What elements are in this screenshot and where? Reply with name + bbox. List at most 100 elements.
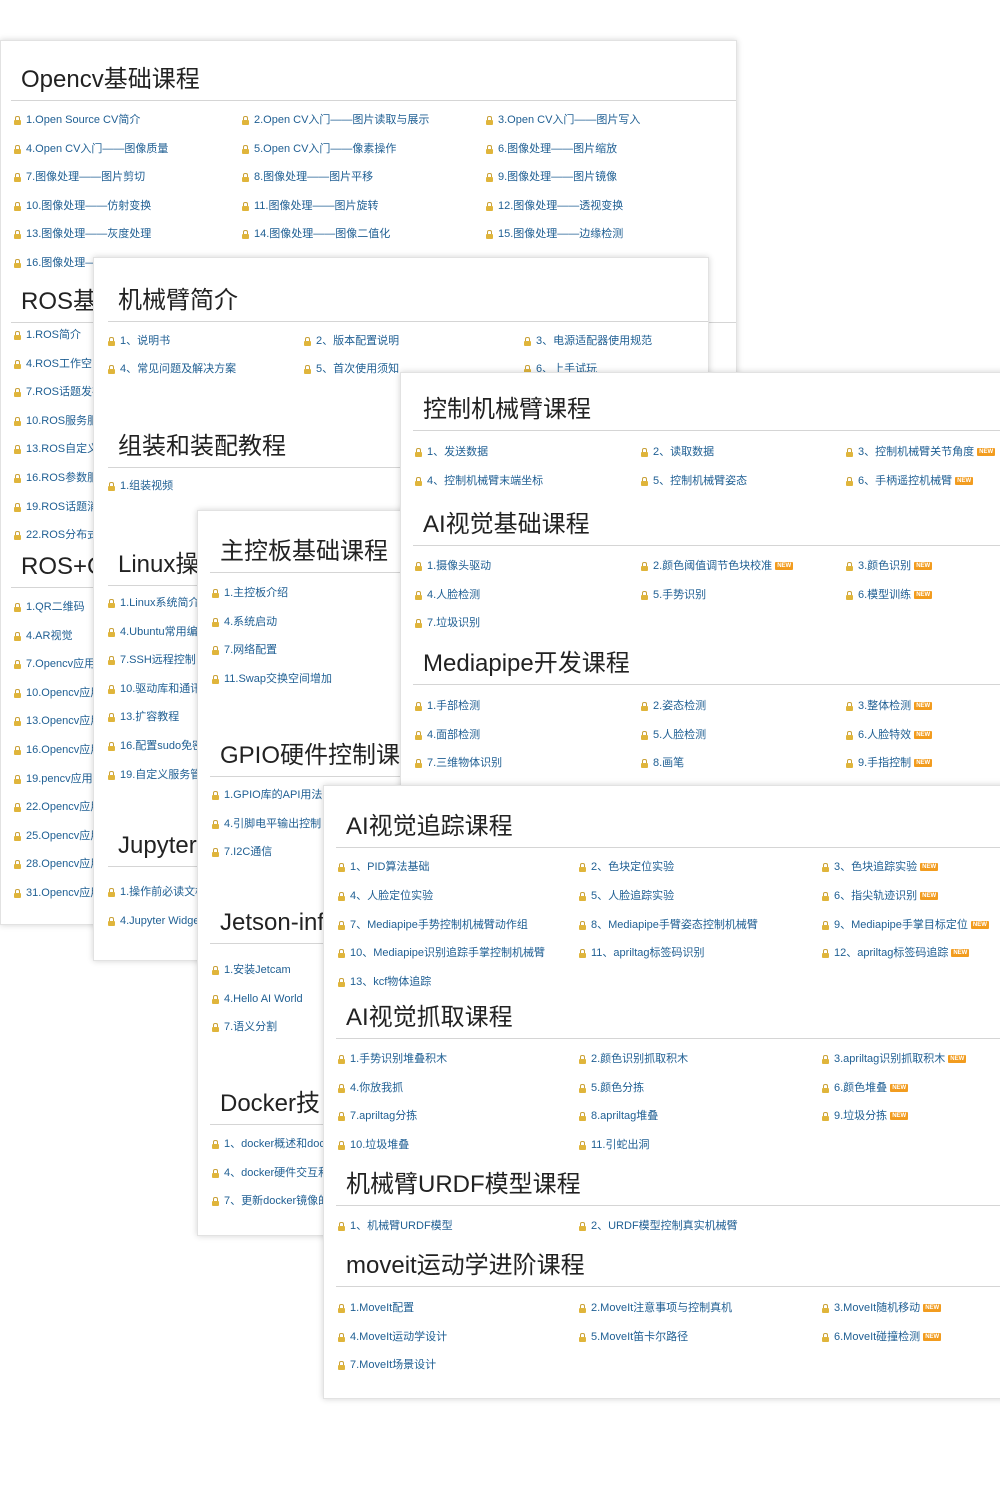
course-link[interactable]: 1.MoveIt配置 <box>338 1301 414 1315</box>
course-link[interactable]: 25.Opencv应用 <box>14 829 101 843</box>
course-link[interactable]: 7.apriltag分拣 <box>338 1109 417 1123</box>
course-link[interactable]: 7.垃圾识别 <box>415 616 480 630</box>
course-link[interactable]: 1.Linux系统简介 <box>108 596 199 610</box>
course-link[interactable]: 1.操作前必读文档 <box>108 885 206 899</box>
course-link[interactable]: 9.垃圾分拣 NEW <box>822 1109 909 1123</box>
course-link[interactable]: 7、Mediapipe手势控制机械臂动作组 <box>338 918 528 932</box>
course-link[interactable]: 10.ROS服务服 <box>14 414 98 428</box>
course-link[interactable]: 31.Opencv应用 <box>14 886 101 900</box>
course-link[interactable]: 19.ROS话题消 <box>14 500 98 514</box>
course-link[interactable]: 4.ROS工作空间 <box>14 357 103 371</box>
course-link[interactable]: 14.图像处理——图像二值化 <box>242 227 390 241</box>
course-link[interactable]: 4、常见问题及解决方案 <box>108 362 236 376</box>
course-link[interactable]: 7.ROS话题发布 <box>14 385 103 399</box>
course-link[interactable]: 2.颜色阈值调节色块校准 NEW <box>641 559 794 573</box>
course-link[interactable]: 5、首次使用须知 <box>304 362 399 376</box>
course-link[interactable]: 12.图像处理——透视变换 <box>486 199 623 213</box>
course-link[interactable]: 5.手势识别 <box>641 588 706 602</box>
course-link[interactable]: 11.Swap交换空间增加 <box>212 672 332 686</box>
course-link[interactable]: 19.自定义服务管 <box>108 768 201 782</box>
course-link[interactable]: 11、apriltag标签码识别 <box>579 946 705 960</box>
course-link[interactable]: 1、PID算法基础 <box>338 860 429 874</box>
course-link[interactable]: 13.图像处理——灰度处理 <box>14 227 151 241</box>
course-link[interactable]: 7.三维物体识别 <box>415 756 502 770</box>
course-link[interactable]: 15.图像处理——边缘检测 <box>486 227 623 241</box>
course-link[interactable]: 8.图像处理——图片平移 <box>242 170 373 184</box>
course-link[interactable]: 7.语义分割 <box>212 1020 277 1034</box>
course-link[interactable]: 1.安装Jetcam <box>212 963 291 977</box>
course-link[interactable]: 11.图像处理——图片旋转 <box>242 199 378 213</box>
course-link[interactable]: 1、发送数据 <box>415 445 488 459</box>
course-link[interactable]: 4.人脸检测 <box>415 588 480 602</box>
course-link[interactable]: 28.Opencv应用 <box>14 857 101 871</box>
course-link[interactable]: 4、docker硬件交互和 <box>212 1166 329 1180</box>
course-link[interactable]: 13.ROS自定义 <box>14 442 98 456</box>
course-link[interactable]: 2、色块定位实验 <box>579 860 674 874</box>
course-link[interactable]: 3、色块追踪实验 NEW <box>822 860 939 874</box>
course-link[interactable]: 9、Mediapipe手掌目标定位 NEW <box>822 918 989 932</box>
course-link[interactable]: 12、apriltag标签码追踪 NEW <box>822 946 970 960</box>
course-link[interactable]: 6.MoveIt碰撞检测 NEW <box>822 1330 942 1344</box>
course-link[interactable]: 13.Opencv应用 <box>14 714 101 728</box>
course-link[interactable]: 10.驱动库和通讯 <box>108 682 201 696</box>
course-link[interactable]: 10、Mediapipe识别追踪手掌控制机械臂 <box>338 946 545 960</box>
course-link[interactable]: 7、更新docker镜像的 <box>212 1194 329 1208</box>
course-link[interactable]: 19.pencv应用- <box>14 772 96 786</box>
course-link[interactable]: 6.图像处理——图片缩放 <box>486 142 617 156</box>
course-link[interactable]: 10.Opencv应用 <box>14 686 101 700</box>
course-link[interactable]: 7.SSH远程控制 <box>108 653 196 667</box>
course-link[interactable]: 6、手柄遥控机械臂 NEW <box>846 474 974 488</box>
course-link[interactable]: 4.引脚电平输出控制 <box>212 817 321 831</box>
course-link[interactable]: 1、docker概述和docl <box>212 1137 327 1151</box>
course-link[interactable]: 4.你放我抓 <box>338 1081 403 1095</box>
course-link[interactable]: 5、人脸追踪实验 <box>579 889 674 903</box>
course-link[interactable]: 3.整体检测 NEW <box>846 699 933 713</box>
course-link[interactable]: 8.画笔 <box>641 756 684 770</box>
course-link[interactable]: 5、控制机械臂姿态 <box>641 474 747 488</box>
course-link[interactable]: 7.图像处理——图片剪切 <box>14 170 145 184</box>
course-link[interactable]: 1.ROS简介 <box>14 328 81 342</box>
course-link[interactable]: 1.组装视频 <box>108 479 173 493</box>
course-link[interactable]: 1、机械臂URDF模型 <box>338 1219 453 1233</box>
course-link[interactable]: 6.模型训练 NEW <box>846 588 933 602</box>
course-link[interactable]: 1.手部检测 <box>415 699 480 713</box>
course-link[interactable]: 2、读取数据 <box>641 445 714 459</box>
course-link[interactable]: 6.颜色堆叠 NEW <box>822 1081 909 1095</box>
course-link[interactable]: 13.扩容教程 <box>108 710 179 724</box>
course-link[interactable]: 7.I2C通信 <box>212 845 272 859</box>
course-link[interactable]: 8、Mediapipe手臂姿态控制机械臂 <box>579 918 758 932</box>
course-link[interactable]: 2.Open CV入门——图片读取与展示 <box>242 113 429 127</box>
course-link[interactable]: 4.系统启动 <box>212 615 277 629</box>
course-link[interactable]: 2.颜色识别抓取积木 <box>579 1052 688 1066</box>
course-link[interactable]: 1、说明书 <box>108 334 170 348</box>
course-link[interactable]: 3、电源适配器使用规范 <box>524 334 652 348</box>
course-link[interactable]: 2、URDF模型控制真实机械臂 <box>579 1219 738 1233</box>
course-link[interactable]: 16.配置sudo免密 <box>108 739 203 753</box>
course-link[interactable]: 3.Open CV入门——图片写入 <box>486 113 640 127</box>
course-link[interactable]: 4.MoveIt运动学设计 <box>338 1330 447 1344</box>
course-link[interactable]: 4.Open CV入门——图像质量 <box>14 142 168 156</box>
course-link[interactable]: 10.图像处理——仿射变换 <box>14 199 151 213</box>
course-link[interactable]: 4、控制机械臂末端坐标 <box>415 474 543 488</box>
course-link[interactable]: 5.人脸检测 <box>641 728 706 742</box>
course-link[interactable]: 13、kcf物体追踪 <box>338 975 431 989</box>
course-link[interactable]: 1.主控板介绍 <box>212 586 288 600</box>
course-link[interactable]: 4.Hello AI World <box>212 992 303 1006</box>
course-link[interactable]: 4.AR视觉 <box>14 629 72 643</box>
course-link[interactable]: 22.Opencv应用 <box>14 800 101 814</box>
course-link[interactable]: 6、指尖轨迹识别 NEW <box>822 889 939 903</box>
course-link[interactable]: 2.姿态检测 <box>641 699 706 713</box>
course-link[interactable]: 1.手势识别堆叠积木 <box>338 1052 447 1066</box>
course-link[interactable]: 16.Opencv应用 <box>14 743 101 757</box>
course-link[interactable]: 4.Ubuntu常用编 <box>108 625 198 639</box>
course-link[interactable]: 8.apriltag堆叠 <box>579 1109 658 1123</box>
course-link[interactable]: 5.MoveIt笛卡尔路径 <box>579 1330 688 1344</box>
course-link[interactable]: 3.颜色识别 NEW <box>846 559 933 573</box>
course-link[interactable]: 7.Opencv应用- <box>14 657 99 671</box>
course-link[interactable]: 3、控制机械臂关节角度 NEW <box>846 445 996 459</box>
course-link[interactable]: 7.MoveIt场景设计 <box>338 1358 436 1372</box>
course-link[interactable]: 2.MoveIt注意事项与控制真机 <box>579 1301 732 1315</box>
course-link[interactable]: 9.手指控制 NEW <box>846 756 933 770</box>
course-link[interactable]: 4.面部检测 <box>415 728 480 742</box>
course-link[interactable]: 5.Open CV入门——像素操作 <box>242 142 396 156</box>
